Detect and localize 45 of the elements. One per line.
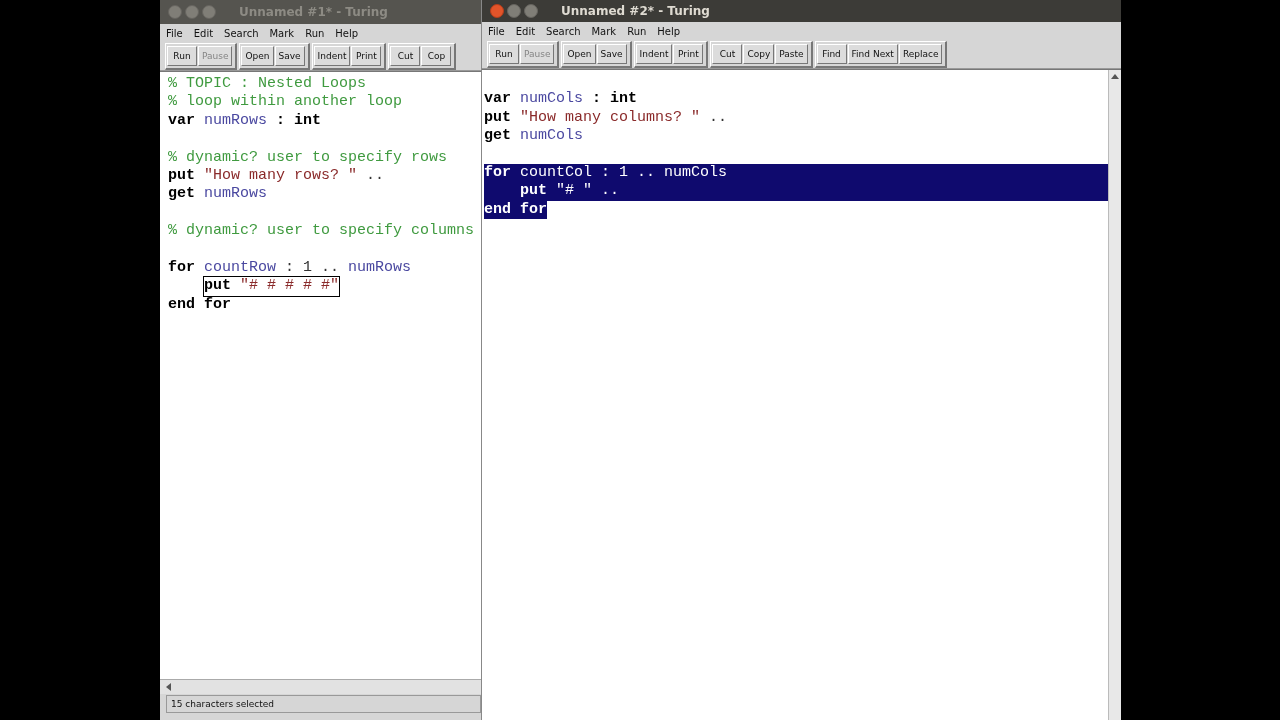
menu-item[interactable]: Run: [627, 25, 647, 37]
toolbar-button[interactable]: Replace: [898, 43, 943, 64]
code-line: % loop within another loop: [168, 93, 403, 112]
maximize-icon[interactable]: [524, 4, 538, 18]
status-bar: 15 characters selected: [166, 695, 481, 713]
window-title: Unnamed #2* - Turing: [561, 4, 710, 18]
code-line: end for: [168, 295, 231, 315]
code-line: for countRow : 1 .. numRows: [168, 258, 412, 278]
toolbar-button[interactable]: Run: [167, 45, 197, 66]
toolbar-button[interactable]: Cut: [390, 45, 421, 66]
code-line: % dynamic? user to specify rows: [168, 148, 448, 167]
menu-item[interactable]: File: [488, 25, 505, 37]
toolbar-button[interactable]: Save: [274, 45, 305, 66]
toolbar-button[interactable]: Indent: [635, 43, 673, 64]
toolbar-button[interactable]: Print: [673, 43, 704, 64]
menu-item[interactable]: Edit: [515, 25, 536, 37]
code-line: put "How many rows? " ..: [168, 166, 385, 186]
menu-item[interactable]: Help: [657, 25, 681, 37]
scrollbar[interactable]: [1108, 70, 1121, 720]
code-line: put "# # # # #": [204, 277, 340, 296]
close-icon[interactable]: [490, 4, 504, 18]
window-title: Unnamed #1* - Turing: [239, 5, 388, 19]
toolbar-button[interactable]: Open: [563, 43, 596, 64]
toolbar-button[interactable]: Cut: [712, 43, 743, 64]
toolbar-button[interactable]: Find Next: [847, 43, 898, 64]
toolbar-button[interactable]: Print: [351, 45, 382, 66]
toolbar-button[interactable]: Open: [241, 45, 274, 66]
code-line: get numRows: [168, 185, 268, 204]
code-line: put "How many columns? " ..: [484, 108, 728, 128]
toolbar-button[interactable]: Cop: [421, 45, 452, 66]
code-line: % TOPIC : Nested Loops: [168, 75, 367, 94]
code-line: var numRows : int: [168, 111, 322, 131]
minimize-icon[interactable]: [507, 4, 521, 18]
toolbar-button[interactable]: Save: [596, 43, 627, 64]
code-editor[interactable]: var numCols : int put "How many columns? " .. get numCols for countCol : 1 .. numCols put "# " .. end for: [482, 69, 1121, 720]
toolbar-button[interactable]: Paste: [775, 43, 808, 64]
menu-item[interactable]: Mark: [591, 25, 617, 37]
menu-item[interactable]: Search: [546, 25, 581, 37]
code-line: % dynamic? user to specify columns: [168, 222, 475, 241]
toolbar-button[interactable]: Find: [816, 43, 847, 64]
toolbar-button[interactable]: Run: [489, 43, 519, 64]
code-line: get numCols: [484, 127, 584, 146]
code-line: var numCols : int: [484, 90, 638, 109]
toolbar-button[interactable]: Copy: [743, 43, 775, 64]
toolbar-button[interactable]: Indent: [313, 45, 351, 66]
